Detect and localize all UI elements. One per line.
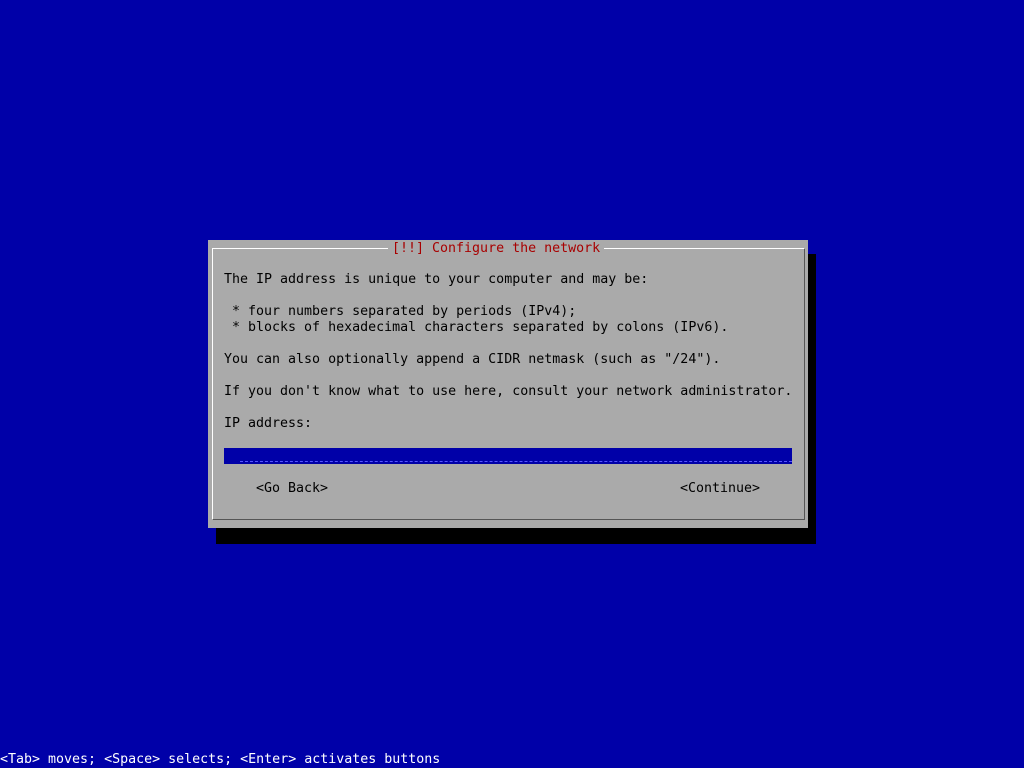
dialog-title: [!!] Configure the network xyxy=(388,240,605,257)
cidr-text: You can also optionally append a CIDR ne… xyxy=(224,352,721,367)
ip-address-label: IP address: xyxy=(224,416,313,431)
go-back-button[interactable]: <Go Back> xyxy=(256,480,328,498)
admin-text: If you don't know what to use here, cons… xyxy=(224,384,793,399)
intro-text: The IP address is unique to your compute… xyxy=(224,272,649,287)
input-underline xyxy=(240,461,792,462)
continue-button[interactable]: <Continue> xyxy=(680,480,760,498)
ip-address-input[interactable]: 1 xyxy=(224,448,792,464)
status-bar: <Tab> moves; <Space> selects; <Enter> ac… xyxy=(0,752,441,767)
ipv6-bullet: * blocks of hexadecimal characters separ… xyxy=(224,320,729,335)
ipv4-bullet: * four numbers separated by periods (IPv… xyxy=(224,304,577,319)
